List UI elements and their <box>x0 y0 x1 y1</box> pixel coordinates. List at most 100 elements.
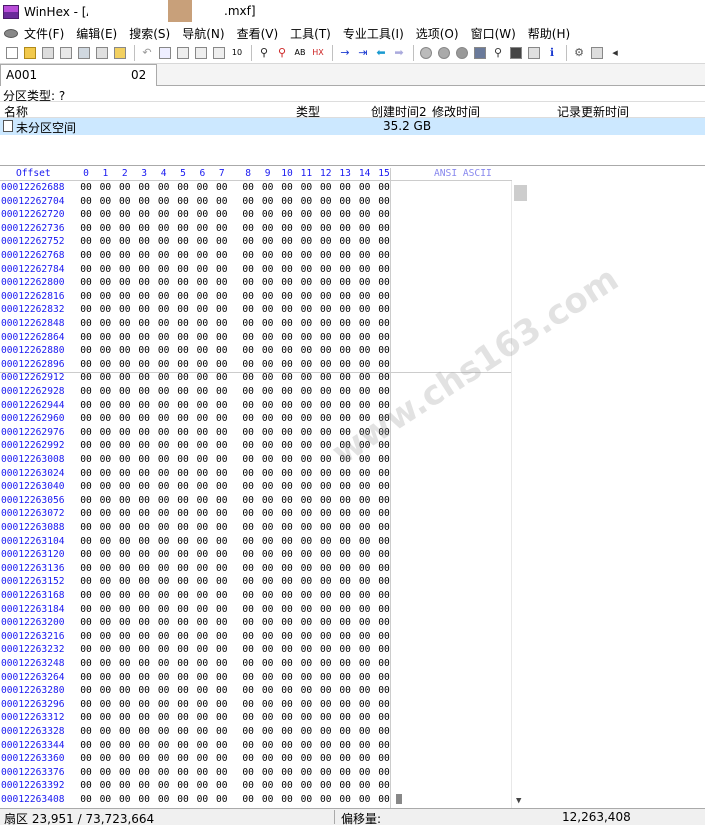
hex-byte[interactable]: 00 <box>194 739 210 753</box>
find-hex-icon[interactable]: ⚲ <box>274 45 290 61</box>
hex-byte[interactable]: 00 <box>240 793 256 807</box>
hex-byte[interactable]: 00 <box>318 507 334 521</box>
hex-byte[interactable]: 00 <box>97 181 113 195</box>
hex-byte[interactable]: 00 <box>175 208 191 222</box>
hex-byte[interactable]: 00 <box>260 575 276 589</box>
hash-icon[interactable] <box>508 45 524 61</box>
hex-byte[interactable]: 00 <box>260 779 276 793</box>
hex-byte[interactable]: 00 <box>117 439 133 453</box>
hex-byte[interactable]: 00 <box>175 589 191 603</box>
hex-byte[interactable]: 00 <box>78 181 94 195</box>
hex-byte[interactable]: 00 <box>136 249 152 263</box>
hex-row[interactable]: 00012263280 00 00 00 00 00 00 00 00 00 00 00 00 00 00 0… <box>0 684 390 698</box>
hex-byte[interactable]: 00 <box>97 793 113 807</box>
hex-byte[interactable]: 00 <box>279 222 295 236</box>
hex-byte[interactable]: 00 <box>279 494 295 508</box>
hex-byte[interactable]: 00 <box>357 575 373 589</box>
hex-row[interactable]: 00012263104 00 00 00 00 00 00 00 00 00 00 00 00 00 00 0… <box>0 535 390 549</box>
hex-byte[interactable]: 00 <box>156 276 172 290</box>
hex-byte[interactable]: 00 <box>156 562 172 576</box>
hex-byte[interactable]: 00 <box>214 263 230 277</box>
hex-byte[interactable]: 00 <box>194 439 210 453</box>
hex-byte[interactable]: 00 <box>318 290 334 304</box>
hex-byte[interactable]: 00 <box>194 290 210 304</box>
hex-byte[interactable]: 00 <box>117 317 133 331</box>
hex-byte[interactable]: 00 <box>214 181 230 195</box>
hex-byte[interactable]: 00 <box>175 739 191 753</box>
hex-byte[interactable]: 00 <box>175 630 191 644</box>
hex-byte[interactable]: 00 <box>260 684 276 698</box>
hex-byte[interactable]: 00 <box>136 439 152 453</box>
hex-byte[interactable]: 00 <box>156 671 172 685</box>
hex-byte[interactable]: 00 <box>357 698 373 712</box>
hex-byte[interactable]: 00 <box>376 412 392 426</box>
hex-byte[interactable]: 00 <box>337 521 353 535</box>
hex-byte[interactable]: 00 <box>260 725 276 739</box>
hex-byte[interactable]: 00 <box>357 208 373 222</box>
hex-byte[interactable]: 00 <box>214 603 230 617</box>
hex-byte[interactable]: 00 <box>136 494 152 508</box>
hex-byte[interactable]: 00 <box>136 725 152 739</box>
hex-byte[interactable]: 00 <box>240 399 256 413</box>
hex-byte[interactable]: 00 <box>156 235 172 249</box>
hex-byte[interactable]: 00 <box>156 643 172 657</box>
hex-byte[interactable]: 00 <box>175 412 191 426</box>
hex-byte[interactable]: 00 <box>194 630 210 644</box>
hex-byte[interactable]: 00 <box>279 290 295 304</box>
hex-byte[interactable]: 00 <box>136 399 152 413</box>
hex-byte[interactable]: 00 <box>175 671 191 685</box>
hex-byte[interactable]: 00 <box>337 766 353 780</box>
hex-byte[interactable]: 00 <box>279 616 295 630</box>
hex-byte[interactable]: 00 <box>337 412 353 426</box>
hex-byte[interactable]: 00 <box>240 208 256 222</box>
hex-byte[interactable]: 00 <box>260 344 276 358</box>
hex-byte[interactable]: 00 <box>279 181 295 195</box>
hex-byte[interactable]: 00 <box>194 480 210 494</box>
hex-byte[interactable]: 00 <box>298 779 314 793</box>
hex-byte[interactable]: 00 <box>194 793 210 807</box>
hex-byte[interactable]: 00 <box>376 181 392 195</box>
hex-byte[interactable]: 00 <box>240 616 256 630</box>
hex-byte[interactable]: 00 <box>337 698 353 712</box>
hex-editor[interactable]: Offset ANSI ASCII 0 1 2 3 4 5 6 7 8 9 10 11 12 13 14 15… <box>0 168 705 808</box>
hex-byte[interactable]: 00 <box>156 222 172 236</box>
hex-byte[interactable]: 00 <box>357 331 373 345</box>
hex-row[interactable]: 00012262864 00 00 00 00 00 00 00 00 00 00 00 00 00 00 0… <box>0 331 390 345</box>
hex-byte[interactable]: 00 <box>337 575 353 589</box>
hex-byte[interactable]: 00 <box>117 711 133 725</box>
hex-byte[interactable]: 00 <box>214 412 230 426</box>
hex-byte[interactable]: 00 <box>156 630 172 644</box>
hex-byte[interactable]: 00 <box>376 276 392 290</box>
scroll-down-icon[interactable]: ▼ <box>516 796 521 806</box>
hex-byte[interactable]: 00 <box>318 671 334 685</box>
hex-byte[interactable]: 00 <box>240 494 256 508</box>
hex-byte[interactable]: 00 <box>318 698 334 712</box>
hex-byte[interactable]: 00 <box>117 453 133 467</box>
hex-byte[interactable]: 00 <box>97 195 113 209</box>
hex-byte[interactable]: 00 <box>260 439 276 453</box>
hex-values-icon[interactable]: 10 <box>229 45 245 61</box>
hex-byte[interactable]: 00 <box>240 698 256 712</box>
hex-row[interactable]: 00012263024 00 00 00 00 00 00 00 00 00 00 00 00 00 00 0… <box>0 467 390 481</box>
panel-divider[interactable] <box>0 165 705 167</box>
hex-byte[interactable]: 00 <box>194 208 210 222</box>
hex-byte[interactable]: 00 <box>337 249 353 263</box>
hex-byte[interactable]: 00 <box>97 535 113 549</box>
hex-byte[interactable]: 00 <box>240 235 256 249</box>
hex-byte[interactable]: 00 <box>260 358 276 372</box>
hex-byte[interactable]: 00 <box>318 521 334 535</box>
hex-byte[interactable]: 00 <box>279 453 295 467</box>
hex-byte[interactable]: 00 <box>240 263 256 277</box>
hex-byte[interactable]: 00 <box>279 521 295 535</box>
hex-byte[interactable]: 00 <box>156 181 172 195</box>
hex-byte[interactable]: 00 <box>117 616 133 630</box>
hex-byte[interactable]: 00 <box>298 290 314 304</box>
hex-byte[interactable]: 00 <box>376 331 392 345</box>
hex-byte[interactable]: 00 <box>214 793 230 807</box>
hex-byte[interactable]: 00 <box>175 358 191 372</box>
hex-byte[interactable]: 00 <box>136 317 152 331</box>
hex-byte[interactable]: 00 <box>279 412 295 426</box>
hex-byte[interactable]: 00 <box>175 317 191 331</box>
hex-byte[interactable]: 00 <box>78 358 94 372</box>
hex-byte[interactable]: 00 <box>279 195 295 209</box>
